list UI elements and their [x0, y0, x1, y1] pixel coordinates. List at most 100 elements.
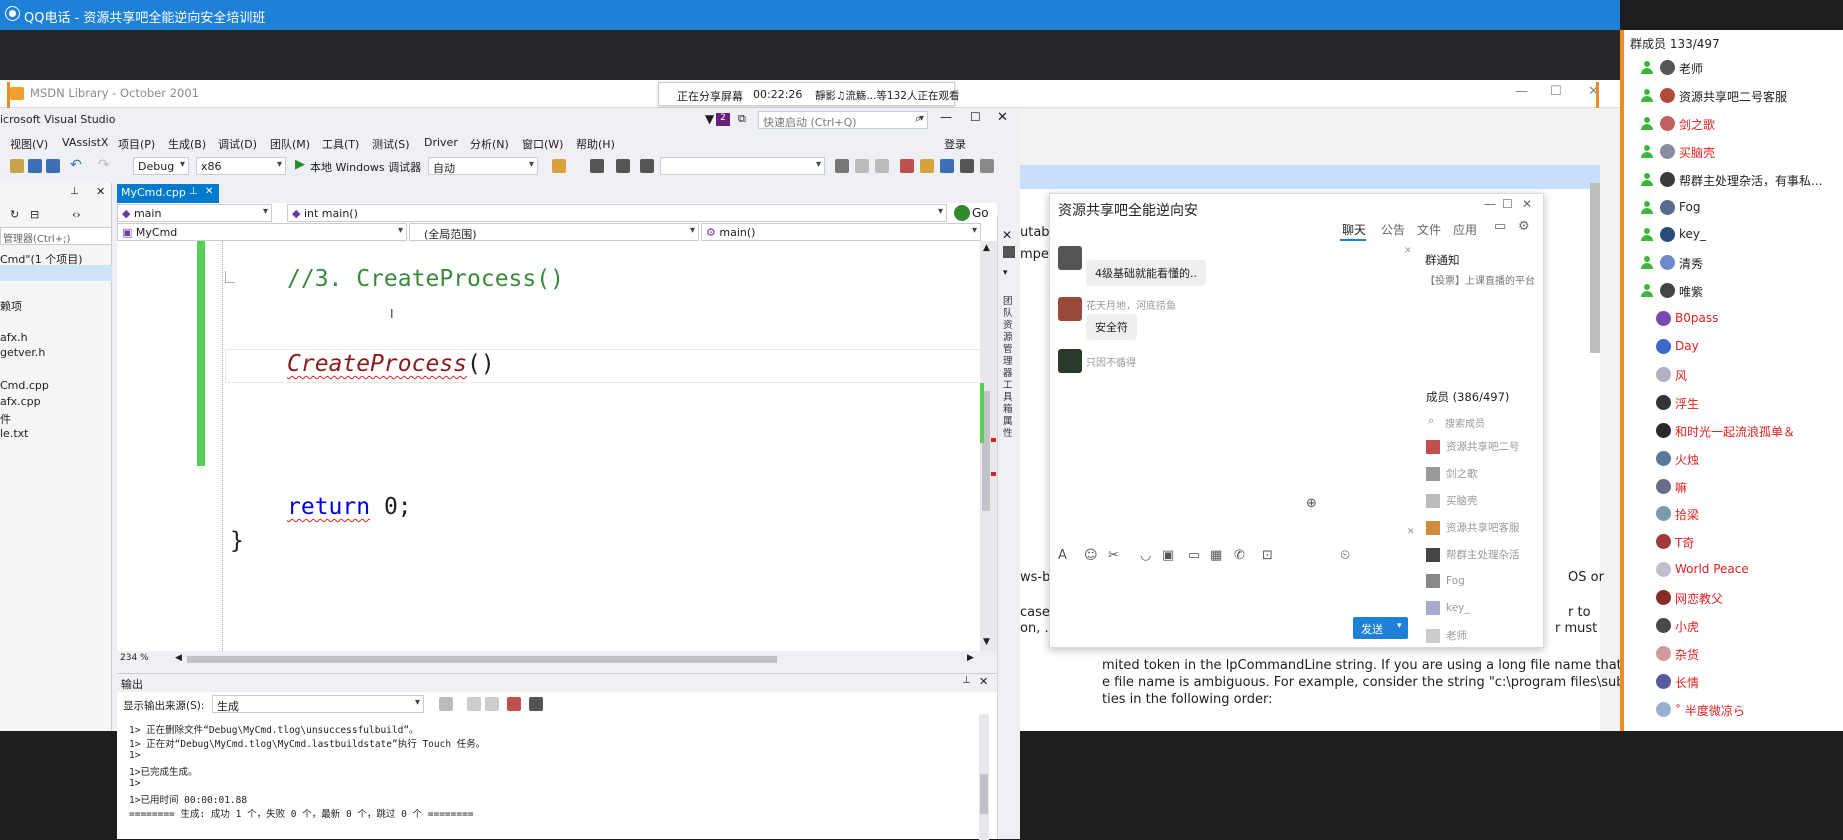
- user-icon[interactable]: [1003, 246, 1015, 258]
- apps-icon[interactable]: ▦: [1210, 548, 1222, 563]
- member-select[interactable]: ⚙ main(): [701, 223, 981, 241]
- sidebar-member[interactable]: 网恋教父: [1620, 588, 1843, 608]
- pin-icon[interactable]: ⊥: [962, 675, 971, 686]
- chat-minimize-icon[interactable]: —: [1484, 197, 1496, 211]
- sidebar-member[interactable]: 帮群主处理杂活，有事私...: [1620, 170, 1843, 190]
- chat-member[interactable]: 资源共享吧客服: [1426, 520, 1520, 535]
- sidebar-member[interactable]: T奇: [1620, 532, 1843, 552]
- solution-item[interactable]: getver.h: [0, 346, 45, 359]
- solution-item[interactable]: afx.cpp: [0, 395, 41, 408]
- toolbar-icon[interactable]: [960, 159, 974, 173]
- sidebar-member[interactable]: 小虎: [1620, 616, 1843, 636]
- toolbar-icon[interactable]: [940, 159, 954, 173]
- save-icon[interactable]: [28, 159, 42, 173]
- toolbar-icon[interactable]: [835, 159, 849, 173]
- start-debug-icon[interactable]: ▶: [295, 157, 305, 172]
- panel-close-icon[interactable]: ✕: [96, 185, 105, 198]
- sidebar-member[interactable]: 嘛: [1620, 477, 1843, 497]
- scope-select[interactable]: ◆ main: [117, 204, 272, 222]
- chat-member[interactable]: 老师: [1426, 628, 1467, 643]
- comment-icon[interactable]: [616, 159, 630, 173]
- scissors-icon[interactable]: ✂: [1108, 548, 1119, 563]
- menu-tools[interactable]: 工具(T): [322, 136, 359, 152]
- sidebar-member[interactable]: 风: [1620, 365, 1843, 385]
- output-tool-icon[interactable]: [439, 697, 453, 711]
- menu-driver[interactable]: Driver: [424, 136, 458, 149]
- vs-close-icon[interactable]: ✕: [997, 110, 1008, 125]
- output-close-icon[interactable]: ✕: [979, 675, 988, 688]
- toolbar-icon[interactable]: [875, 159, 889, 173]
- scroll-left-icon[interactable]: ◀: [175, 653, 182, 663]
- output-tool-icon[interactable]: [529, 697, 543, 711]
- dropdown-icon[interactable]: ▾: [1003, 268, 1008, 278]
- folder-icon[interactable]: ▭: [1188, 548, 1200, 563]
- settings-icon[interactable]: ⚙: [1518, 219, 1530, 234]
- sidebar-member[interactable]: Day: [1620, 337, 1843, 357]
- doc-scrollbar[interactable]: [1590, 183, 1600, 353]
- maximize-icon[interactable]: ☐: [1550, 84, 1562, 99]
- solution-item[interactable]: 赖项: [0, 298, 22, 314]
- sidebar-member[interactable]: 清秀: [1620, 253, 1843, 273]
- sidebar-member[interactable]: 杂货: [1620, 644, 1843, 664]
- code-editor[interactable]: //3. CreateProcess() I CreateProcess() r…: [117, 241, 985, 651]
- tab-close-icon[interactable]: ✕: [205, 186, 213, 197]
- chat-close-icon[interactable]: ✕: [1522, 197, 1532, 211]
- send-button[interactable]: 发送 ▾: [1353, 617, 1408, 639]
- menu-project[interactable]: 项目(P): [118, 136, 155, 152]
- send-options-icon[interactable]: ▾: [1397, 621, 1402, 631]
- tab-apps[interactable]: 应用: [1453, 221, 1477, 238]
- tool-strip-labels[interactable]: 团队资源管理器 工具箱 属性: [1003, 296, 1015, 440]
- history-icon[interactable]: ⏲: [1340, 548, 1350, 563]
- minimize-icon[interactable]: —: [1515, 84, 1528, 99]
- toolbar-blank-select[interactable]: [660, 157, 825, 175]
- menu-window[interactable]: 窗口(W): [522, 136, 563, 152]
- toolbar-icon[interactable]: [920, 159, 934, 173]
- member-search-input[interactable]: 搜索成员: [1445, 415, 1485, 430]
- sidebar-member[interactable]: 和时光一起流浪孤单＆: [1620, 421, 1843, 441]
- solution-item[interactable]: afx.h: [0, 331, 28, 344]
- menu-help[interactable]: 帮助(H): [576, 136, 615, 152]
- sidebar-member[interactable]: 浮生: [1620, 393, 1843, 413]
- hscroll-thumb[interactable]: [187, 656, 777, 663]
- pin-icon[interactable]: ⊥: [70, 186, 79, 197]
- undo-icon[interactable]: ↶: [70, 157, 82, 173]
- notification-badge[interactable]: 2: [716, 113, 730, 126]
- output-tool-icon[interactable]: [485, 697, 499, 711]
- chat-avatar[interactable]: [1058, 349, 1082, 373]
- output-tool-icon[interactable]: [507, 697, 521, 711]
- sidebar-member[interactable]: 老师: [1620, 58, 1843, 78]
- zoom-level[interactable]: 234 %: [120, 653, 149, 663]
- menu-vassistx[interactable]: VAssistX: [62, 136, 108, 149]
- tab-notice[interactable]: 公告: [1381, 221, 1405, 238]
- tab-files[interactable]: 文件: [1417, 221, 1441, 238]
- feedback-icon[interactable]: ⧉: [738, 112, 746, 126]
- function-select[interactable]: ◆ int main(): [287, 204, 947, 222]
- image-icon[interactable]: ▣: [1162, 548, 1174, 563]
- screen-share-icon[interactable]: ⊡: [1262, 548, 1273, 563]
- editor-horizontal-scrollbar[interactable]: 234 % ◀ ▶: [117, 651, 980, 667]
- sidebar-member[interactable]: B0pass: [1620, 309, 1843, 329]
- toolbar-icon[interactable]: [900, 159, 914, 173]
- output-scrollbar[interactable]: [979, 714, 989, 840]
- zoom-icon[interactable]: ⊕: [1306, 496, 1317, 511]
- font-icon[interactable]: A: [1058, 548, 1067, 563]
- solution-item[interactable]: le.txt: [0, 427, 28, 440]
- refresh-icon[interactable]: ↻: [10, 208, 19, 221]
- sidebar-member[interactable]: 剑之歌: [1620, 114, 1843, 134]
- login-link[interactable]: 登录: [944, 136, 966, 152]
- code-icon[interactable]: ‹›: [72, 208, 81, 221]
- output-tool-icon[interactable]: [467, 697, 481, 711]
- menu-team[interactable]: 团队(M): [270, 136, 310, 152]
- solution-item[interactable]: Cmd.cpp: [0, 379, 49, 392]
- phone-icon[interactable]: ✆: [1234, 548, 1245, 563]
- solution-item[interactable]: 件: [0, 411, 11, 427]
- scroll-up-icon[interactable]: ▲: [983, 243, 990, 253]
- notice-text[interactable]: 【投票】上课直播的平台: [1425, 272, 1535, 287]
- sidebar-member[interactable]: Fog: [1620, 198, 1843, 218]
- collapse-icon[interactable]: ⊟: [30, 208, 39, 221]
- chat-avatar[interactable]: [1058, 246, 1082, 270]
- toolbar-icon[interactable]: [590, 159, 604, 173]
- sidebar-member[interactable]: 买脑壳: [1620, 142, 1843, 162]
- chat-member[interactable]: 资源共享吧二号: [1426, 439, 1520, 454]
- sidebar-member[interactable]: 拾梁: [1620, 504, 1843, 524]
